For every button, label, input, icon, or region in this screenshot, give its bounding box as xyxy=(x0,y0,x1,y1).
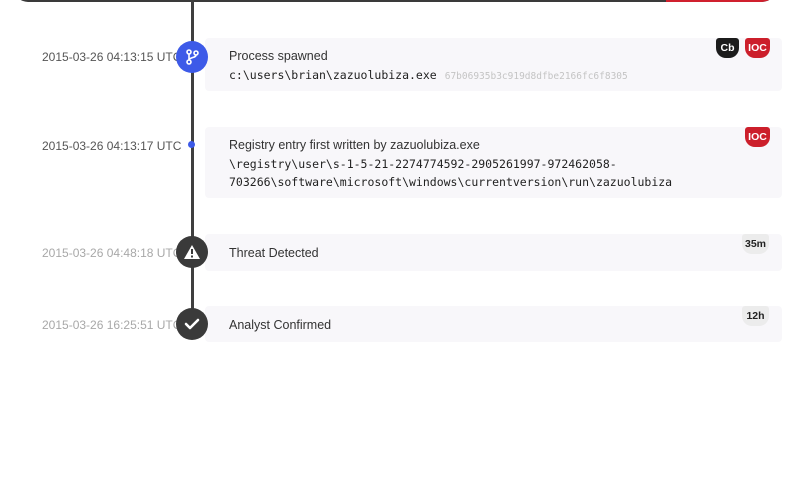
registry-path-line2: 703266\software\microsoft\windows\curren… xyxy=(229,175,673,189)
cb-badge[interactable]: Cb xyxy=(716,38,739,58)
event-timestamp: 2015-03-26 04:13:15 UTC xyxy=(42,50,182,64)
event-title: Analyst Confirmed xyxy=(229,318,332,332)
process-hash[interactable]: 67b06935b3c919d8dfbe2166fc6f8305 xyxy=(445,71,628,82)
header-accent xyxy=(666,0,776,2)
ioc-badge[interactable]: IOC xyxy=(745,127,770,147)
event-timestamp: 2015-03-26 04:48:18 UTC xyxy=(42,246,182,260)
duration-badge: 35m xyxy=(742,234,769,254)
event-title: Threat Detected xyxy=(229,246,319,260)
duration-badge: 12h xyxy=(742,306,769,326)
ioc-badge[interactable]: IOC xyxy=(745,38,770,58)
branch-icon xyxy=(176,41,208,73)
check-icon xyxy=(176,308,208,340)
event-timestamp: 2015-03-26 16:25:51 UTC xyxy=(42,318,182,332)
event-title: Registry entry first written by zazuolub… xyxy=(229,138,480,152)
event-dot xyxy=(188,141,195,148)
event-path: c:\users\brian\zazuolubiza.exe 67b06935b3… xyxy=(229,66,628,86)
event-title: Process spawned xyxy=(229,49,328,63)
header-bar xyxy=(14,0,776,2)
event-timestamp: 2015-03-26 04:13:17 UTC xyxy=(42,139,182,153)
warning-icon xyxy=(176,236,208,268)
process-path: c:\users\brian\zazuolubiza.exe xyxy=(229,68,437,82)
registry-path-line1: \registry\user\s-1-5-21-2274774592-29052… xyxy=(229,157,617,171)
